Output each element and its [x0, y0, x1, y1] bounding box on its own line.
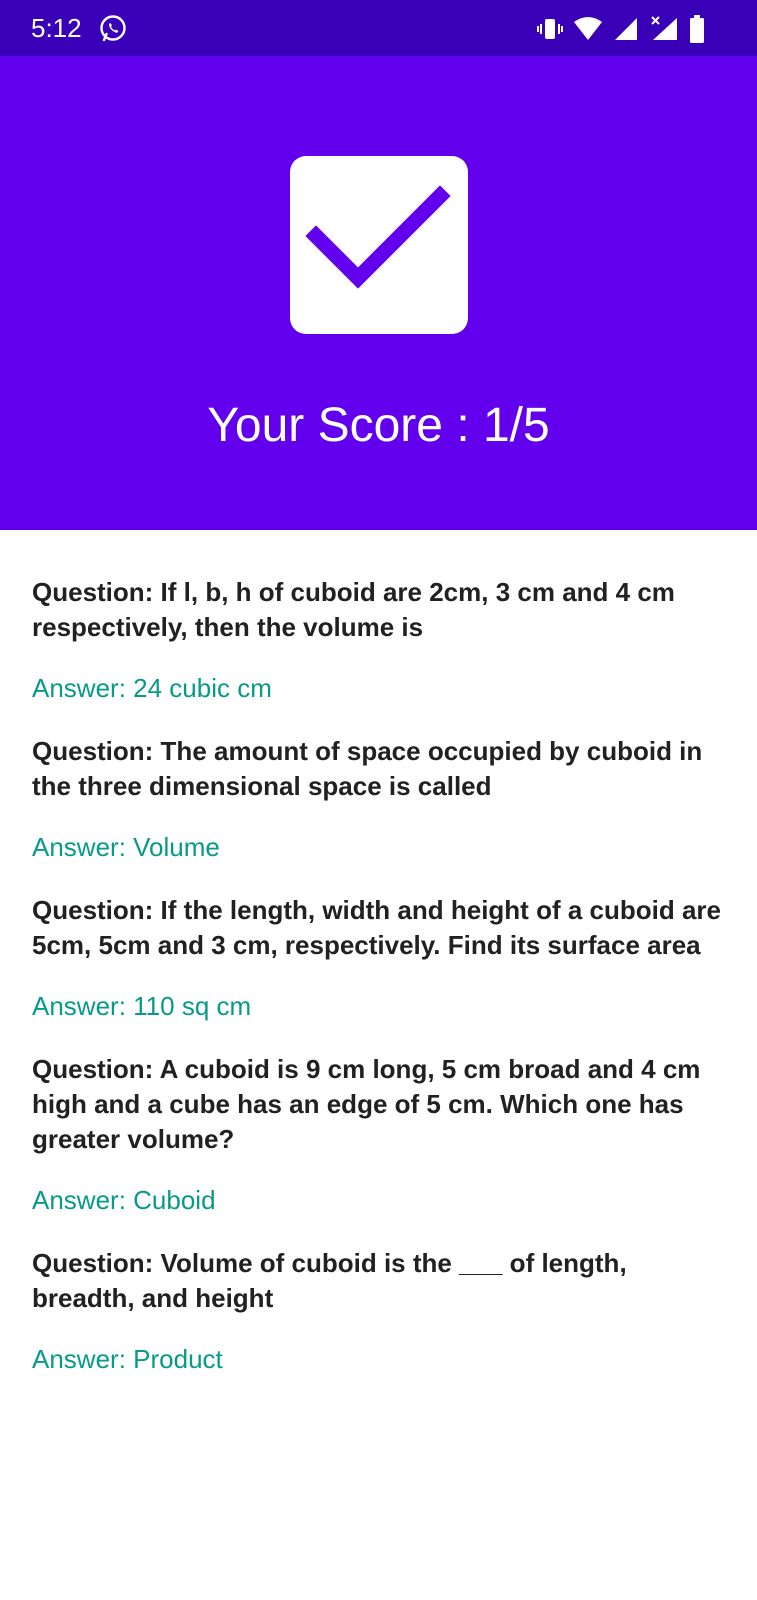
score-text: Your Score : 1/5 — [207, 399, 550, 452]
status-bar: 5:12 — [0, 0, 757, 56]
answer-text: Answer: 110 sq cm — [32, 991, 252, 1021]
battery-icon — [689, 14, 705, 44]
question-text: Question: If the length, width and heigh… — [32, 895, 721, 960]
answer-text: Answer: 24 cubic cm — [32, 673, 272, 703]
vibrate-icon — [537, 16, 563, 42]
answer-text: Answer: Volume — [32, 832, 220, 862]
question-text: Question: Volume of cuboid is the ___ of… — [32, 1248, 627, 1313]
answer-text: Answer: Cuboid — [32, 1185, 216, 1215]
list-item: Question: The amount of space occupied b… — [32, 734, 732, 865]
list-item: Question: If the length, width and heigh… — [32, 893, 732, 1024]
status-icons — [537, 14, 705, 44]
checkbox-checked-icon — [290, 156, 468, 334]
answer-text: Answer: Product — [32, 1344, 223, 1374]
results-list: Question: If l, b, h of cuboid are 2cm, … — [32, 575, 732, 1405]
wifi-icon — [573, 16, 603, 42]
list-item: Question: If l, b, h of cuboid are 2cm, … — [32, 575, 732, 706]
signal-icon — [613, 16, 639, 42]
list-item: Question: A cuboid is 9 cm long, 5 cm br… — [32, 1052, 732, 1218]
list-item: Question: Volume of cuboid is the ___ of… — [32, 1246, 732, 1377]
signal-no-data-icon — [649, 16, 679, 42]
score-header: Your Score : 1/5 — [0, 56, 757, 530]
question-text: Question: If l, b, h of cuboid are 2cm, … — [32, 577, 675, 642]
question-text: Question: The amount of space occupied b… — [32, 736, 703, 801]
status-time: 5:12 — [31, 13, 82, 43]
question-text: Question: A cuboid is 9 cm long, 5 cm br… — [32, 1054, 701, 1154]
whatsapp-icon — [98, 14, 128, 44]
